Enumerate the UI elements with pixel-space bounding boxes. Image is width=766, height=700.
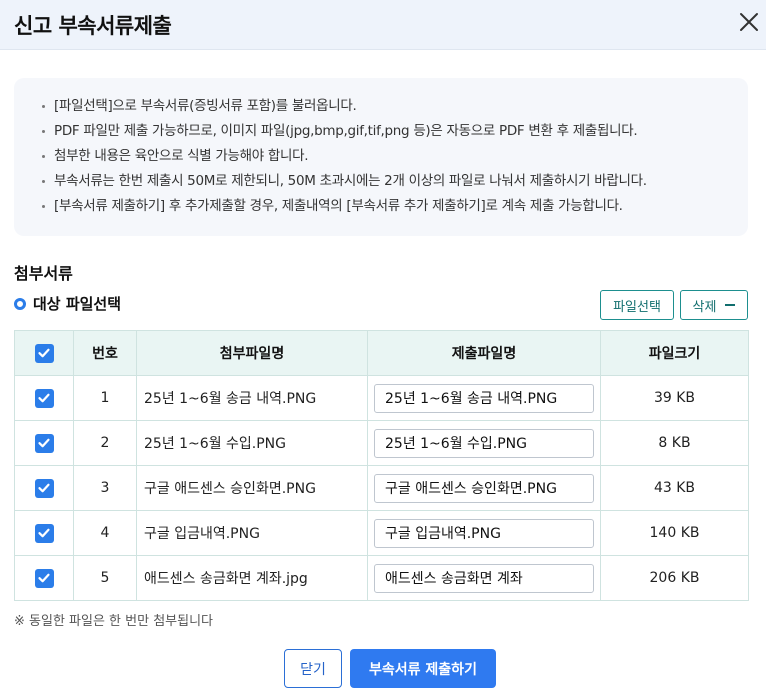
row-submit-cell bbox=[367, 465, 601, 511]
subtitle: 대상 파일선택 bbox=[14, 293, 121, 314]
section-title: 첨부서류 bbox=[14, 264, 73, 283]
submit-name-input[interactable] bbox=[374, 518, 594, 548]
minus-icon bbox=[725, 304, 736, 306]
check-icon bbox=[38, 393, 50, 403]
row-submit-cell bbox=[367, 555, 601, 601]
row-size: 206 KB bbox=[600, 555, 749, 601]
dialog-title: 신고 부속서류제출 bbox=[14, 14, 172, 38]
table-row: 5 애드센스 송금화면 계좌.jpg 206 KB bbox=[14, 555, 749, 601]
header-filename: 첨부파일명 bbox=[136, 330, 368, 376]
notice-item: [부속서류 제출하기] 후 추가제출할 경우, 제출내역의 [부속서류 추가 제… bbox=[42, 195, 748, 220]
header-size: 파일크기 bbox=[600, 330, 749, 376]
duplicate-note: ※ 동일한 파일은 한 번만 첨부됩니다 bbox=[14, 614, 213, 629]
row-checkbox-cell bbox=[14, 420, 74, 466]
row-no: 5 bbox=[73, 555, 137, 601]
subtitle-label: 대상 파일선택 bbox=[33, 295, 122, 313]
header-submit-name: 제출파일명 bbox=[367, 330, 601, 376]
row-size: 39 KB bbox=[600, 375, 749, 421]
delete-label: 삭제 bbox=[692, 299, 717, 315]
row-filename: 25년 1~6월 송금 내역.PNG bbox=[136, 375, 368, 421]
row-no: 1 bbox=[73, 375, 137, 421]
row-checkbox[interactable] bbox=[34, 523, 54, 543]
submit-name-input[interactable] bbox=[374, 428, 594, 458]
row-filename: 25년 1~6월 수입.PNG bbox=[136, 420, 368, 466]
notice-box: [파일선택]으로 부속서류(증빙서류 포함)를 불러옵니다. PDF 파일만 제… bbox=[14, 78, 748, 236]
close-button[interactable]: 닫기 bbox=[284, 649, 342, 688]
table-row: 4 구글 입금내역.PNG 140 KB bbox=[14, 510, 749, 556]
submit-name-input[interactable] bbox=[374, 383, 594, 413]
check-icon bbox=[38, 573, 50, 583]
table-row: 2 25년 1~6월 수입.PNG 8 KB bbox=[14, 420, 749, 466]
radio-ring-icon bbox=[14, 297, 26, 310]
file-select-label: 파일선택 bbox=[613, 299, 661, 315]
notice-item: 첨부한 내용은 육안으로 식별 가능해야 합니다. bbox=[42, 145, 748, 170]
row-filename: 구글 입금내역.PNG bbox=[136, 510, 368, 556]
row-no: 3 bbox=[73, 465, 137, 511]
row-checkbox-cell bbox=[14, 465, 74, 511]
close-icon[interactable] bbox=[736, 9, 762, 35]
row-checkbox-cell bbox=[14, 510, 74, 556]
header-no: 번호 bbox=[73, 330, 137, 376]
row-no: 4 bbox=[73, 510, 137, 556]
check-icon bbox=[38, 348, 50, 358]
row-checkbox[interactable] bbox=[34, 433, 54, 453]
row-no: 2 bbox=[73, 420, 137, 466]
row-submit-cell bbox=[367, 420, 601, 466]
row-checkbox[interactable] bbox=[34, 388, 54, 408]
table-header-row: 번호 첨부파일명 제출파일명 파일크기 bbox=[14, 330, 749, 376]
row-checkbox-cell bbox=[14, 375, 74, 421]
notice-item: [파일선택]으로 부속서류(증빙서류 포함)를 불러옵니다. bbox=[42, 95, 748, 120]
notice-item: 부속서류는 한번 제출시 50M로 제한되니, 50M 초과시에는 2개 이상의… bbox=[42, 170, 748, 195]
submit-name-input[interactable] bbox=[374, 473, 594, 503]
row-size: 43 KB bbox=[600, 465, 749, 511]
check-icon bbox=[38, 528, 50, 538]
header-checkbox-cell bbox=[14, 330, 74, 376]
check-icon bbox=[38, 483, 50, 493]
file-select-button[interactable]: 파일선택 bbox=[600, 290, 674, 320]
table-row: 1 25년 1~6월 송금 내역.PNG 39 KB bbox=[14, 375, 749, 421]
row-submit-cell bbox=[367, 510, 601, 556]
submit-button[interactable]: 부속서류 제출하기 bbox=[350, 649, 496, 688]
row-checkbox-cell bbox=[14, 555, 74, 601]
file-table: 번호 첨부파일명 제출파일명 파일크기 1 25년 1~6월 송금 내역.PNG… bbox=[14, 330, 749, 601]
table-row: 3 구글 애드센스 승인화면.PNG 43 KB bbox=[14, 465, 749, 511]
row-checkbox[interactable] bbox=[34, 478, 54, 498]
row-filename: 애드센스 송금화면 계좌.jpg bbox=[136, 555, 368, 601]
row-checkbox[interactable] bbox=[34, 568, 54, 588]
notice-item: PDF 파일만 제출 가능하므로, 이미지 파일(jpg,bmp,gif,tif… bbox=[42, 120, 748, 145]
row-size: 140 KB bbox=[600, 510, 749, 556]
row-filename: 구글 애드센스 승인화면.PNG bbox=[136, 465, 368, 511]
select-all-checkbox[interactable] bbox=[34, 343, 54, 363]
check-icon bbox=[38, 438, 50, 448]
dialog-header: 신고 부속서류제출 bbox=[0, 0, 766, 50]
row-size: 8 KB bbox=[600, 420, 749, 466]
delete-button[interactable]: 삭제 bbox=[680, 290, 748, 320]
submit-name-input[interactable] bbox=[374, 563, 594, 593]
row-submit-cell bbox=[367, 375, 601, 421]
